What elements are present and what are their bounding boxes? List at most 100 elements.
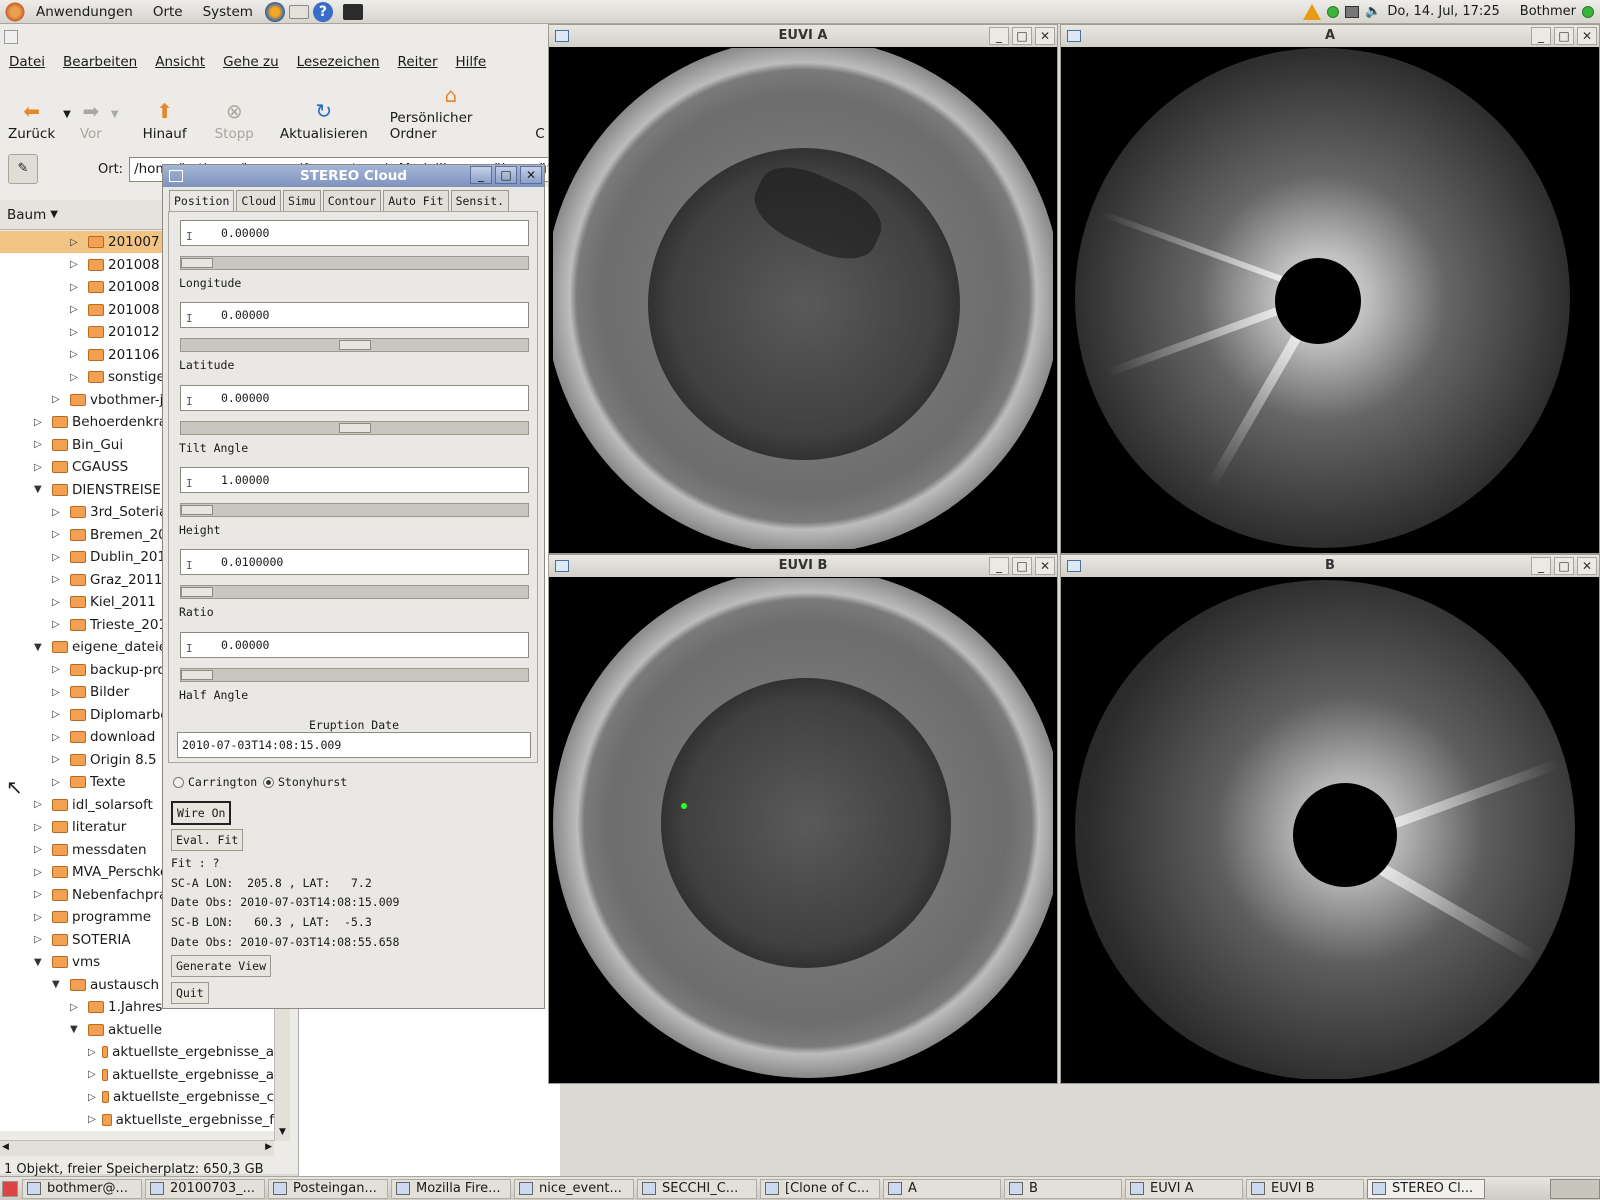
expander-collapsed-icon[interactable]: ▷ xyxy=(52,507,64,518)
network-icon[interactable] xyxy=(1327,5,1340,18)
tree-row[interactable]: ▷ aktuellste_ergebnisse_a xyxy=(0,1064,274,1086)
tree-row[interactable]: ▷ aktuellste_ergebnisse_c xyxy=(0,1086,274,1108)
eruption-date-input[interactable]: 2010-07-03T14:08:15.009 xyxy=(177,732,531,758)
slider-handle[interactable] xyxy=(181,669,213,680)
menu-datei[interactable]: Datei xyxy=(0,54,54,70)
clock[interactable]: Do, 14. Jul, 17:25 xyxy=(1387,4,1499,19)
minimize-button[interactable]: _ xyxy=(1531,557,1551,575)
latitude-slider[interactable] xyxy=(180,338,529,353)
expander-collapsed-icon[interactable]: ▷ xyxy=(52,529,64,540)
tab-position[interactable]: Position xyxy=(169,190,235,211)
expander-collapsed-icon[interactable]: ▷ xyxy=(70,1002,82,1013)
tilt-angle-slider[interactable] xyxy=(180,420,529,435)
ratio-input[interactable]: I 0.0100000 xyxy=(180,549,529,576)
expander-expanded-icon[interactable]: ▼ xyxy=(70,1024,82,1035)
expander-collapsed-icon[interactable]: ▷ xyxy=(52,687,64,698)
slider-handle[interactable] xyxy=(338,340,371,351)
taskbar-item[interactable]: B xyxy=(1004,1178,1122,1199)
expander-collapsed-icon[interactable]: ▷ xyxy=(34,799,46,810)
half-angle-slider[interactable] xyxy=(180,667,529,682)
half-angle-input[interactable]: I 0.00000 xyxy=(180,631,529,658)
minimize-button[interactable]: _ xyxy=(470,166,492,184)
close-button[interactable]: ✕ xyxy=(520,166,542,184)
euvi-b-window[interactable]: EUVI B _ □ ✕ xyxy=(548,554,1058,1084)
taskbar-item[interactable]: Mozilla Fire... xyxy=(391,1178,511,1199)
expander-collapsed-icon[interactable]: ▷ xyxy=(88,1069,96,1080)
tab-auto-fit[interactable]: Auto Fit xyxy=(383,190,449,211)
slider-handle[interactable] xyxy=(181,504,213,515)
tree-horizontal-scrollbar[interactable]: ◀ ▶ xyxy=(0,1140,274,1156)
volume-icon[interactable]: 🔈 xyxy=(1365,4,1381,19)
expander-collapsed-icon[interactable]: ▷ xyxy=(70,349,82,360)
taskbar-item[interactable]: nice_event... xyxy=(514,1178,634,1199)
menu-hilfe[interactable]: Hilfe xyxy=(447,54,496,70)
taskbar-item[interactable]: SECCHI_C... xyxy=(637,1178,757,1199)
maximize-button[interactable]: □ xyxy=(495,166,517,184)
stop-button[interactable]: ⊗ Stopp xyxy=(207,100,262,142)
ubuntu-logo-icon[interactable] xyxy=(4,0,26,23)
maximize-button[interactable]: □ xyxy=(1554,27,1574,45)
taskbar-item[interactable]: EUVI A xyxy=(1125,1178,1243,1199)
back-history-chevron-icon[interactable]: ▼ xyxy=(63,109,71,120)
minimize-button[interactable]: _ xyxy=(989,557,1009,575)
tree-row[interactable]: ▷ aktuellste_ergebnisse_a xyxy=(0,1041,274,1063)
taskbar-item[interactable]: 20100703_... xyxy=(145,1178,265,1199)
tab-contour[interactable]: Contour xyxy=(322,190,382,211)
tree-row[interactable]: ▷ aktuellste_ergebnisse_f xyxy=(0,1109,274,1131)
taskbar-item[interactable]: bothmer@... xyxy=(22,1178,142,1199)
forward-button[interactable]: ➡ Vor xyxy=(71,100,111,142)
expander-expanded-icon[interactable]: ▼ xyxy=(52,979,64,990)
expander-expanded-icon[interactable]: ▼ xyxy=(34,484,46,495)
expander-collapsed-icon[interactable]: ▷ xyxy=(70,304,82,315)
taskbar-item[interactable]: Posteingan... xyxy=(268,1178,388,1199)
slider-handle[interactable] xyxy=(181,258,213,268)
longitude-input[interactable]: I 0.00000 xyxy=(180,220,529,246)
reload-button[interactable]: ↻ Aktualisieren xyxy=(272,100,376,142)
terminal-launcher-icon[interactable] xyxy=(342,3,363,20)
expander-collapsed-icon[interactable]: ▷ xyxy=(52,754,64,765)
taskbar-item[interactable]: A xyxy=(883,1178,1001,1199)
expander-collapsed-icon[interactable]: ▷ xyxy=(34,867,46,878)
expander-collapsed-icon[interactable]: ▷ xyxy=(34,889,46,900)
latitude-input[interactable]: I 0.00000 xyxy=(180,302,529,329)
longitude-slider[interactable] xyxy=(180,256,529,270)
workspace-switcher[interactable] xyxy=(1550,1178,1600,1199)
menu-bearbeiten[interactable]: Bearbeiten xyxy=(54,54,146,70)
taskbar-item[interactable]: EUVI B xyxy=(1246,1178,1364,1199)
user-name[interactable]: Bothmer xyxy=(1520,4,1576,19)
height-slider[interactable] xyxy=(180,502,529,517)
firefox-launcher-icon[interactable] xyxy=(264,1,285,22)
expander-collapsed-icon[interactable]: ▷ xyxy=(70,237,82,248)
maximize-button[interactable]: □ xyxy=(1554,557,1574,575)
user-status-icon[interactable] xyxy=(1582,5,1594,18)
maximize-button[interactable]: □ xyxy=(1012,557,1032,575)
expander-collapsed-icon[interactable]: ▷ xyxy=(52,664,64,675)
menu-anwendungen[interactable]: Anwendungen xyxy=(26,4,143,20)
close-button[interactable]: ✕ xyxy=(1035,557,1055,575)
menu-lesezeichen[interactable]: Lesezeichen xyxy=(288,54,389,70)
expander-expanded-icon[interactable]: ▼ xyxy=(34,642,46,653)
close-button[interactable]: ✕ xyxy=(1577,557,1597,575)
maximize-button[interactable]: □ xyxy=(1012,27,1032,45)
menu-ansicht[interactable]: Ansicht xyxy=(146,54,214,70)
expander-collapsed-icon[interactable]: ▷ xyxy=(88,1114,96,1125)
view-mode-selector[interactable]: Baum ▼ xyxy=(0,200,162,230)
taskbar-item[interactable]: [Clone of C... xyxy=(760,1178,880,1199)
expander-collapsed-icon[interactable]: ▷ xyxy=(34,439,46,450)
carrington-radio[interactable]: Carrington xyxy=(173,775,257,789)
up-button[interactable]: ⬆ Hinauf xyxy=(135,100,195,142)
eval-fit-button[interactable]: Eval. Fit xyxy=(171,829,244,851)
forward-history-chevron-icon[interactable]: ▼ xyxy=(111,109,119,120)
window-icon[interactable] xyxy=(555,30,569,42)
expander-collapsed-icon[interactable]: ▷ xyxy=(52,777,64,788)
expander-collapsed-icon[interactable]: ▷ xyxy=(88,1047,96,1058)
minimize-button[interactable]: _ xyxy=(1531,27,1551,45)
menu-reiter[interactable]: Reiter xyxy=(389,54,447,70)
tab-simu[interactable]: Simu xyxy=(283,190,321,211)
scroll-left-icon[interactable]: ◀ xyxy=(2,1142,9,1152)
generate-view-button[interactable]: Generate View xyxy=(171,955,272,977)
expander-collapsed-icon[interactable]: ▷ xyxy=(88,1092,96,1103)
expander-collapsed-icon[interactable]: ▷ xyxy=(52,619,64,630)
scroll-down-icon[interactable]: ▼ xyxy=(275,1127,290,1141)
ratio-slider[interactable] xyxy=(180,585,529,600)
